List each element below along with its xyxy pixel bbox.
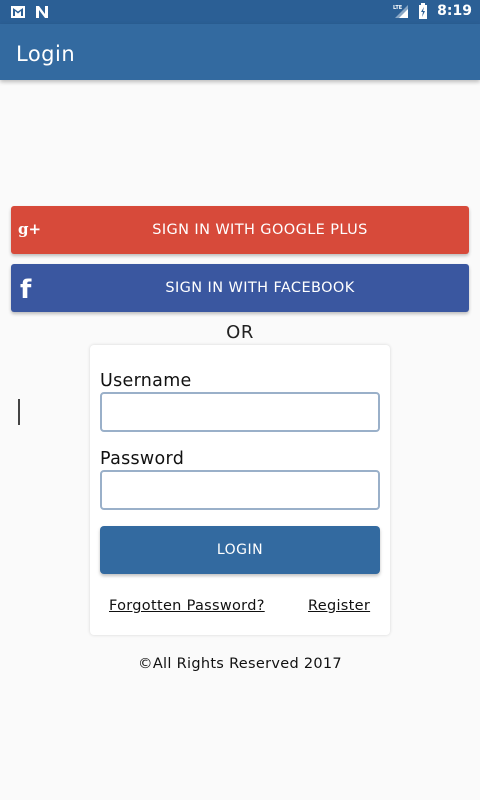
forgot-password-link[interactable]: Forgotten Password?: [109, 598, 265, 614]
status-left-icons: [10, 4, 50, 20]
google-signin-label: SIGN IN WITH GOOGLE PLUS: [152, 222, 368, 238]
password-field[interactable]: [100, 470, 380, 510]
login-form-card: Username Password LOGIN Forgotten Passwo…: [90, 345, 390, 635]
facebook-signin-label: SIGN IN WITH FACEBOOK: [165, 280, 355, 296]
facebook-signin-button[interactable]: f SIGN IN WITH FACEBOOK: [11, 264, 469, 312]
google-signin-button[interactable]: g+ SIGN IN WITH GOOGLE PLUS: [11, 206, 469, 254]
login-button[interactable]: LOGIN: [100, 526, 380, 574]
facebook-icon-text: f: [20, 276, 32, 302]
app-bar: Login: [0, 24, 480, 80]
status-time: 8:19: [437, 3, 472, 19]
footer-copyright: ©All Rights Reserved 2017: [138, 656, 342, 672]
gmail-icon: [11, 6, 25, 18]
password-label: Password: [100, 449, 185, 469]
status-right-icons: LTE 8:19: [393, 3, 472, 19]
text-cursor: [18, 399, 20, 425]
username-label: Username: [100, 371, 192, 391]
google-plus-icon-text: g+: [18, 220, 41, 238]
svg-text:LTE: LTE: [393, 5, 403, 11]
lte-signal-icon: LTE: [393, 5, 409, 18]
page-title: Login: [16, 42, 76, 66]
or-divider: OR: [226, 322, 254, 343]
username-field[interactable]: [100, 392, 380, 432]
facebook-icon: f: [17, 275, 41, 305]
n-notification-icon: [36, 6, 48, 18]
status-bar: LTE 8:19: [0, 0, 480, 24]
google-plus-icon: g+: [17, 218, 41, 242]
battery-charging-icon: [419, 3, 428, 19]
register-link[interactable]: Register: [308, 598, 370, 614]
